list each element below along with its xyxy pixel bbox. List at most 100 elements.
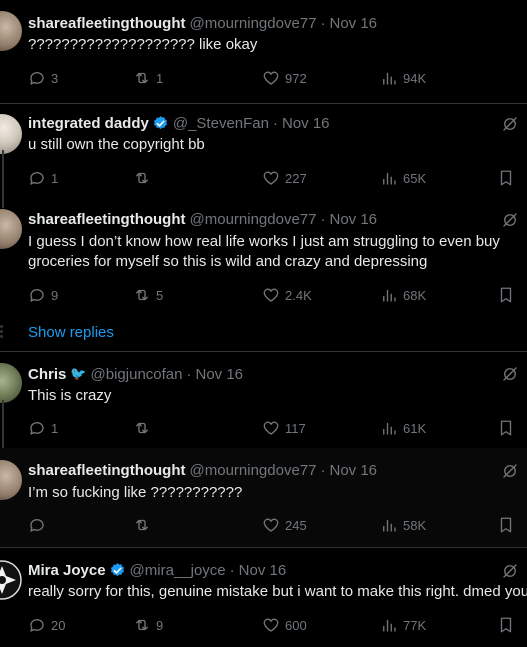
action-bar: 245 58K — [28, 515, 518, 535]
user-handle[interactable]: @_StevenFan — [173, 115, 269, 132]
view-count: 65K — [403, 170, 427, 186]
user-handle[interactable]: @mourningdove77 — [190, 211, 317, 228]
repost-button[interactable] — [133, 418, 156, 438]
tweet[interactable]: shareafleetingthought @mourningdove77 · … — [0, 448, 527, 547]
display-name[interactable]: shareafleetingthought — [28, 462, 186, 479]
view-count: 61K — [403, 420, 427, 436]
reply-button[interactable]: 9 — [28, 285, 58, 305]
repost-icon — [136, 519, 148, 531]
reply-icon — [30, 289, 44, 302]
reply-button[interactable]: 1 — [28, 168, 58, 188]
grok-icon[interactable] — [501, 365, 519, 383]
repost-count: 5 — [156, 287, 164, 303]
action-bar: 9 5 2.4K 68K — [28, 285, 518, 305]
avatar[interactable] — [0, 460, 22, 500]
reply-button[interactable]: 1 — [28, 418, 58, 438]
view-count: 68K — [403, 287, 427, 303]
display-name[interactable]: Chris — [28, 366, 66, 383]
bird-emoji-icon: 🐦 — [70, 366, 87, 381]
grok-icon[interactable] — [501, 462, 519, 480]
timestamp[interactable]: Nov 16 — [239, 562, 287, 579]
thread-connector — [2, 150, 4, 208]
repost-button[interactable] — [133, 168, 156, 188]
timestamp[interactable]: Nov 16 — [282, 115, 330, 132]
like-button[interactable]: 2.4K — [262, 285, 312, 305]
tweet[interactable]: Chris 🐦 @bigjuncofan · Nov 16 This is cr… — [0, 352, 527, 448]
avatar[interactable] — [0, 11, 22, 51]
views-icon — [383, 172, 396, 185]
avatar[interactable] — [0, 114, 22, 154]
avatar[interactable] — [0, 363, 22, 403]
bookmark-button[interactable] — [497, 285, 520, 305]
bookmark-button[interactable] — [497, 418, 520, 438]
show-replies-link[interactable]: Show replies — [28, 324, 114, 341]
tweet-text: ???????????????????? like okay — [28, 36, 258, 53]
verified-badge-icon — [153, 115, 167, 129]
separator-dot: · — [320, 461, 326, 479]
user-handle[interactable]: @bigjuncofan — [91, 366, 183, 383]
view-count: 58K — [403, 517, 427, 533]
tweet[interactable]: shareafleetingthought @mourningdove77 · … — [0, 201, 527, 319]
tweet-text: u still own the copyright bb — [28, 136, 205, 153]
views-button[interactable]: 61K — [380, 418, 426, 438]
bookmark-button[interactable] — [497, 168, 520, 188]
like-button[interactable]: 245 — [262, 515, 307, 535]
tweet[interactable]: shareafleetingthought @mourningdove77 · … — [0, 0, 527, 104]
repost-icon — [136, 172, 148, 184]
views-button[interactable]: 77K — [380, 615, 426, 635]
reply-icon — [30, 172, 44, 185]
timestamp[interactable]: Nov 16 — [330, 15, 378, 32]
reply-button[interactable]: 3 — [28, 68, 58, 88]
reply-button[interactable]: 20 — [28, 615, 65, 635]
like-button[interactable]: 117 — [262, 418, 306, 438]
views-button[interactable]: 94K — [380, 68, 426, 88]
repost-button[interactable]: 5 — [133, 285, 163, 305]
tweet-header: Mira Joyce @mira__joyce · Nov 16 — [28, 560, 286, 580]
timestamp[interactable]: Nov 16 — [330, 462, 378, 479]
repost-button[interactable]: 9 — [133, 615, 163, 635]
views-button[interactable]: 58K — [380, 515, 426, 535]
bookmark-button[interactable] — [497, 615, 520, 635]
heart-icon — [263, 288, 279, 302]
tweet-text: This is crazy — [28, 387, 112, 404]
tweet-header: shareafleetingthought @mourningdove77 · … — [28, 460, 377, 480]
display-name[interactable]: Mira Joyce — [28, 562, 106, 579]
display-name[interactable]: integrated daddy — [28, 115, 149, 132]
avatar[interactable] — [0, 560, 22, 600]
display-name[interactable]: shareafleetingthought — [28, 211, 186, 228]
repost-button[interactable]: 1 — [133, 68, 163, 88]
tweet[interactable]: integrated daddy @_StevenFan · Nov 16 u … — [0, 104, 527, 201]
heart-icon — [263, 71, 279, 85]
reply-feed: shareafleetingthought @mourningdove77 · … — [0, 0, 527, 647]
grok-icon[interactable] — [501, 562, 519, 580]
thread-ellipsis — [0, 325, 3, 340]
like-count: 117 — [285, 420, 306, 436]
views-button[interactable]: 68K — [380, 285, 426, 305]
timestamp[interactable]: Nov 16 — [196, 366, 244, 383]
like-count: 245 — [285, 517, 307, 533]
separator-dot: · — [272, 114, 278, 132]
like-button[interactable]: 227 — [262, 168, 307, 188]
timestamp[interactable]: Nov 16 — [330, 211, 378, 228]
bookmark-button[interactable] — [497, 515, 520, 535]
repost-button[interactable] — [133, 515, 156, 535]
like-button[interactable]: 972 — [262, 68, 307, 88]
reply-button[interactable] — [28, 515, 51, 535]
views-icon — [383, 519, 396, 532]
user-handle[interactable]: @mourningdove77 — [190, 15, 317, 32]
user-handle[interactable]: @mourningdove77 — [190, 462, 317, 479]
separator-dot: · — [320, 210, 326, 228]
grok-icon[interactable] — [501, 211, 519, 229]
like-button[interactable]: 600 — [262, 615, 307, 635]
repost-icon — [136, 422, 148, 434]
grok-icon[interactable] — [501, 115, 519, 133]
bookmark-icon — [500, 287, 512, 303]
tweet[interactable]: Mira Joyce @mira__joyce · Nov 16 really … — [0, 548, 527, 647]
like-count: 972 — [285, 70, 307, 86]
repost-icon — [136, 289, 148, 301]
display-name[interactable]: shareafleetingthought — [28, 15, 186, 32]
user-handle[interactable]: @mira__joyce — [130, 562, 226, 579]
views-icon — [383, 619, 396, 632]
avatar[interactable] — [0, 209, 22, 249]
views-button[interactable]: 65K — [380, 168, 426, 188]
